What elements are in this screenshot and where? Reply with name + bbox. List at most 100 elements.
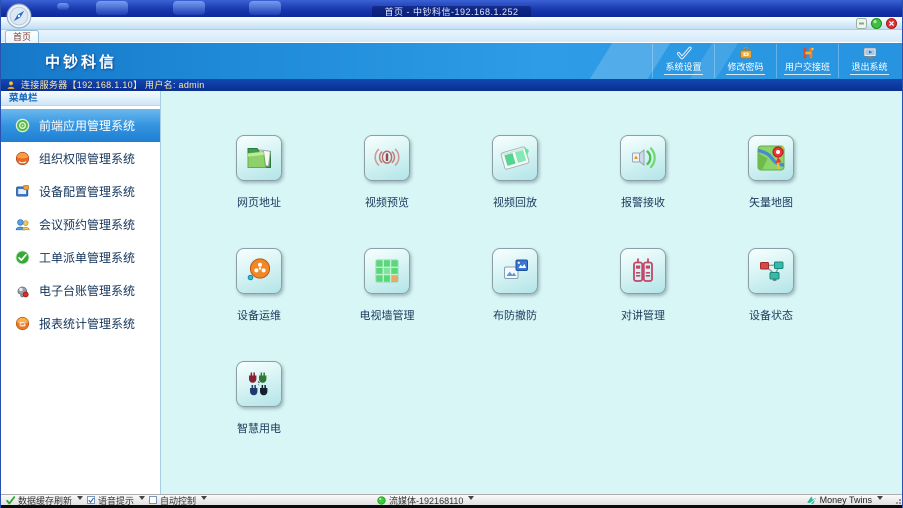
shift-change-icon: [800, 45, 816, 61]
tile-label: 电视墙管理: [360, 307, 415, 323]
application-window: 首页 - 中钞科信-192.168.1.252 首页 中钞科信 系统设置 修改密码…: [0, 0, 903, 508]
sidebar-menu: 前端应用管理系统组织权限管理系统设备配置管理系统会议预约管理系统工单派单管理系统…: [1, 106, 160, 340]
banner-actions: 系统设置 修改密码 用户交接班 退出系统: [652, 44, 900, 78]
smart-power-icon: [236, 361, 282, 407]
exit-monitor-icon: [862, 45, 878, 61]
resize-grip[interactable]: [892, 495, 901, 504]
tile-label: 布防撤防: [493, 307, 537, 323]
sidebar-item-label: 设备配置管理系统: [39, 183, 135, 200]
tile-label: 矢量地图: [749, 194, 793, 210]
device-config-icon: [14, 183, 31, 200]
tile-arm-disarm[interactable]: 布防撤防: [451, 248, 579, 323]
exit-system-button[interactable]: 退出系统: [838, 44, 900, 78]
tile-webpage-address[interactable]: 网页地址: [195, 135, 323, 210]
tv-wall-icon: [364, 248, 410, 294]
tile-label: 设备状态: [749, 307, 793, 323]
voice-prompt-dropdown[interactable]: 语音提示: [87, 494, 145, 507]
sidebar-item-label: 会议预约管理系统: [39, 216, 135, 233]
sidebar-item-label: 组织权限管理系统: [39, 150, 135, 167]
check-icon: [6, 496, 15, 505]
maximize-button[interactable]: [871, 18, 882, 29]
tile-device-ops[interactable]: 设备运维: [195, 248, 323, 323]
window-controls: [856, 18, 897, 29]
green-dot-icon: [377, 496, 386, 505]
connection-status-bar: 连接服务器【192.168.1.10】 用户名: admin: [1, 79, 902, 91]
content-area: 网页地址 视频预览 视频回放 报警接收 矢量地图设备运维 电视墙管理 布防撤防 对讲管理 设备状…: [161, 91, 902, 494]
sidebar: 菜单栏 前端应用管理系统组织权限管理系统设备配置管理系统会议预约管理系统工单派单…: [1, 91, 161, 494]
tile-device-status[interactable]: 设备状态: [707, 248, 835, 323]
video-preview-icon: [364, 135, 410, 181]
tile-label: 设备运维: [237, 307, 281, 323]
arm-disarm-icon: [492, 248, 538, 294]
money-twins-icon: [806, 495, 817, 506]
alarm-receive-icon: [620, 135, 666, 181]
sidebar-item-report-stats[interactable]: 报表统计管理系统: [1, 307, 160, 340]
device-status-icon: [748, 248, 794, 294]
minimize-button[interactable]: [856, 18, 867, 29]
password-case-icon: [738, 45, 754, 61]
system-settings-label: 系统设置: [664, 62, 702, 75]
tile-tv-wall[interactable]: 电视墙管理: [323, 248, 451, 323]
voice-prompt-label: 语音提示: [98, 494, 134, 507]
sidebar-item-label: 电子台账管理系统: [39, 282, 135, 299]
voice-prompt-checkbox[interactable]: [87, 496, 95, 504]
sidebar-item-device-config[interactable]: 设备配置管理系统: [1, 175, 160, 208]
vector-map-icon: [748, 135, 794, 181]
change-password-button[interactable]: 修改密码: [714, 44, 776, 78]
frontend-app-icon: [14, 117, 31, 134]
tile-alarm-receive[interactable]: 报警接收: [579, 135, 707, 210]
data-cache-refresh-label: 数据缓存刷新: [18, 494, 72, 507]
sidebar-item-org-permission[interactable]: 组织权限管理系统: [1, 142, 160, 175]
browser-toolbar: [1, 17, 902, 30]
tile-video-preview[interactable]: 视频预览: [323, 135, 451, 210]
change-password-label: 修改密码: [726, 62, 764, 75]
close-button[interactable]: [886, 18, 897, 29]
sidebar-header: 菜单栏: [1, 91, 160, 106]
webpage-folder-icon: [236, 135, 282, 181]
compass-logo-icon: [6, 3, 32, 29]
auto-control-checkbox[interactable]: [149, 496, 157, 504]
tab-bar: 首页: [1, 30, 902, 43]
auto-control-dropdown[interactable]: 自动控制: [149, 494, 207, 507]
shift-change-label: 用户交接班: [784, 62, 831, 75]
org-permission-icon: [14, 150, 31, 167]
sidebar-item-e-ledger[interactable]: 电子台账管理系统: [1, 274, 160, 307]
tile-label: 网页地址: [237, 194, 281, 210]
sidebar-item-label: 前端应用管理系统: [39, 117, 135, 134]
brand-logo: 中钞科信: [45, 51, 117, 72]
tile-smart-power[interactable]: 智慧用电: [195, 361, 323, 436]
tile-grid: 网页地址 视频预览 视频回放 报警接收 矢量地图设备运维 电视墙管理 布防撤防 对讲管理 设备状…: [195, 135, 902, 436]
system-settings-button[interactable]: 系统设置: [652, 44, 714, 78]
tile-video-playback[interactable]: 视频回放: [451, 135, 579, 210]
data-cache-refresh-dropdown[interactable]: 数据缓存刷新: [6, 494, 83, 507]
tile-label: 视频回放: [493, 194, 537, 210]
meeting-icon: [14, 216, 31, 233]
report-icon: [14, 315, 31, 332]
stream-media-label: 流媒体-192168110: [389, 494, 463, 507]
money-twins-label: Money Twins: [820, 495, 872, 505]
sidebar-item-label: 报表统计管理系统: [39, 315, 135, 332]
money-twins-dropdown[interactable]: Money Twins: [806, 495, 883, 506]
sidebar-item-label: 工单派单管理系统: [39, 249, 135, 266]
exit-system-label: 退出系统: [850, 62, 888, 75]
tile-label: 对讲管理: [621, 307, 665, 323]
shift-change-button[interactable]: 用户交接班: [776, 44, 838, 78]
tile-label: 报警接收: [621, 194, 665, 210]
status-bar: 数据缓存刷新 语音提示 自动控制 流媒体-192168110 Money Twi…: [1, 494, 902, 505]
tile-label: 智慧用电: [237, 420, 281, 436]
settings-check-icon: [676, 45, 692, 61]
user-icon: [6, 80, 16, 90]
sidebar-item-frontend-app[interactable]: 前端应用管理系统: [1, 109, 160, 142]
video-playback-icon: [492, 135, 538, 181]
sidebar-item-meeting-booking[interactable]: 会议预约管理系统: [1, 208, 160, 241]
sidebar-item-work-order[interactable]: 工单派单管理系统: [1, 241, 160, 274]
stream-media-dropdown[interactable]: 流媒体-192168110: [377, 494, 474, 507]
ledger-icon: [14, 282, 31, 299]
window-titlebar: 首页 - 中钞科信-192.168.1.252: [1, 0, 902, 17]
device-ops-icon: [236, 248, 282, 294]
header-banner: 中钞科信 系统设置 修改密码 用户交接班 退出系统: [1, 43, 902, 79]
tab-home[interactable]: 首页: [5, 30, 39, 43]
tile-intercom[interactable]: 对讲管理: [579, 248, 707, 323]
tile-label: 视频预览: [365, 194, 409, 210]
tile-vector-map[interactable]: 矢量地图: [707, 135, 835, 210]
